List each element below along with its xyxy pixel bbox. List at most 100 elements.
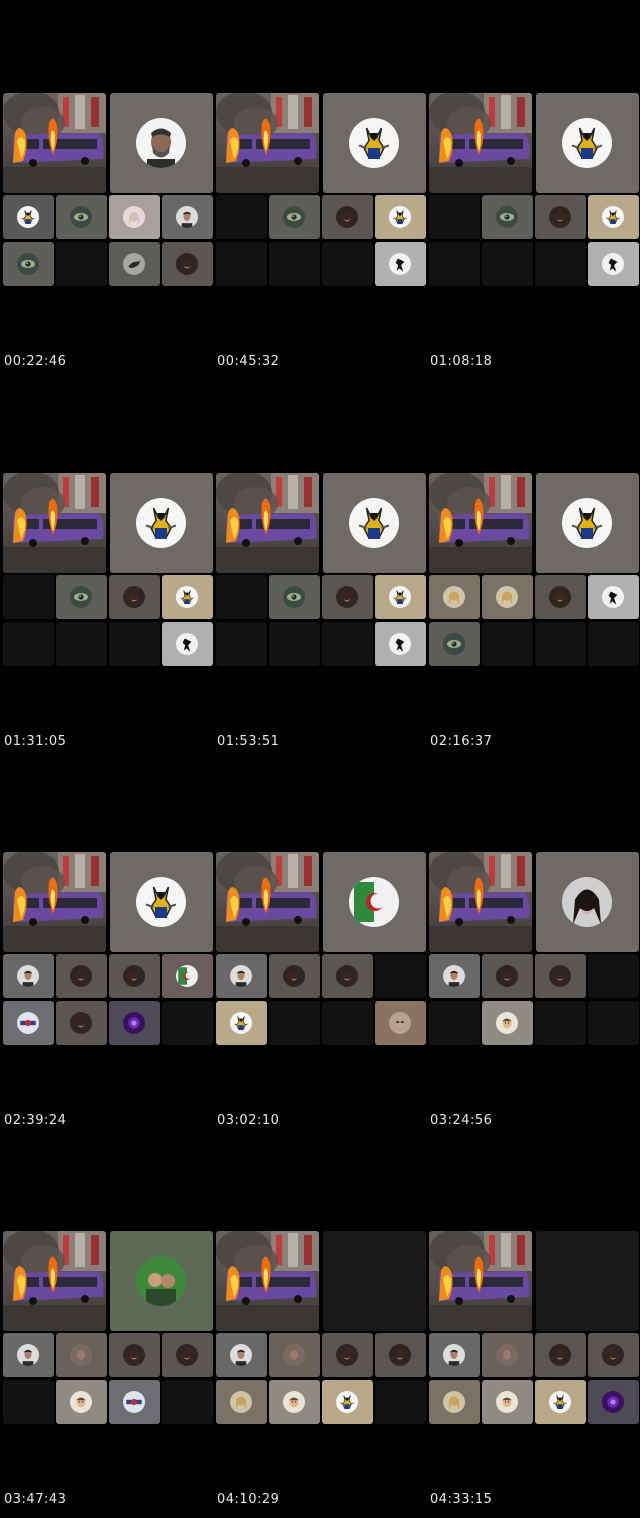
video-tile-bus-fire [3, 852, 106, 952]
participant-avatar [17, 206, 39, 228]
timestamp-label: 03:47:43 [4, 1492, 67, 1507]
thumbnail[interactable] [216, 473, 426, 669]
participant-tile [429, 1333, 480, 1377]
participant-avatar [336, 1391, 358, 1413]
speaker-tile [323, 1231, 426, 1331]
participant-tile [216, 1001, 267, 1045]
participant-avatar [176, 586, 198, 608]
participant-tile [56, 1001, 107, 1045]
participant-tile [269, 1001, 320, 1045]
participant-tile [269, 1333, 320, 1377]
participant-tile [429, 1001, 480, 1045]
participant-avatar [283, 586, 305, 608]
thumbnail[interactable] [429, 1231, 639, 1427]
participant-avatar [230, 1391, 252, 1413]
participant-avatar [70, 586, 92, 608]
participant-tile [429, 1380, 480, 1424]
participant-tile [322, 1380, 373, 1424]
participant-tile [162, 242, 213, 286]
timestamp-label: 04:33:15 [430, 1492, 493, 1507]
participant-tile [109, 575, 160, 619]
thumbnail[interactable] [3, 852, 213, 1048]
participant-avatar [549, 1391, 571, 1413]
participant-avatar [496, 1391, 518, 1413]
participant-tile [375, 1001, 426, 1045]
participant-avatar [230, 1344, 252, 1366]
participant-tile [429, 195, 480, 239]
timestamp-label: 01:08:18 [430, 354, 493, 369]
participant-tile [109, 1333, 160, 1377]
participant-tile [535, 954, 586, 998]
participant-avatar [70, 1012, 92, 1034]
thumbnail[interactable] [3, 473, 213, 669]
participant-avatar [443, 633, 465, 655]
participant-tile [56, 195, 107, 239]
participant-tile [375, 195, 426, 239]
participant-tile [482, 1333, 533, 1377]
participant-avatar [602, 1391, 624, 1413]
participant-avatar [283, 1344, 305, 1366]
participant-tile [588, 954, 639, 998]
participant-tile [482, 1380, 533, 1424]
participant-avatar [283, 206, 305, 228]
timestamp-label: 00:45:32 [217, 354, 280, 369]
participant-avatar [123, 586, 145, 608]
participant-tile [429, 622, 480, 666]
participant-tile [56, 1333, 107, 1377]
speaker-avatar [136, 877, 186, 927]
participant-tile [109, 622, 160, 666]
thumbnail[interactable] [3, 1231, 213, 1427]
thumbnail[interactable] [216, 1231, 426, 1427]
participant-tile [269, 954, 320, 998]
participant-avatar [176, 206, 198, 228]
timestamp-label: 02:16:37 [430, 734, 493, 749]
participant-avatar [336, 1344, 358, 1366]
participant-avatar [283, 965, 305, 987]
participant-tile [216, 575, 267, 619]
thumbnail[interactable] [429, 93, 639, 289]
speaker-avatar [136, 1256, 186, 1306]
thumbnail[interactable] [429, 473, 639, 669]
speaker-tile [323, 473, 426, 573]
thumbnail[interactable] [216, 852, 426, 1048]
thumbnail[interactable] [216, 93, 426, 289]
participant-avatar [230, 1012, 252, 1034]
participant-tile [3, 195, 54, 239]
timestamp-label: 02:39:24 [4, 1113, 67, 1128]
participant-avatar [17, 1344, 39, 1366]
participant-tile [109, 242, 160, 286]
video-tile-bus-fire [216, 473, 319, 573]
video-tile-bus-fire [429, 473, 532, 573]
participant-avatar [549, 965, 571, 987]
participant-tile [482, 575, 533, 619]
participant-avatar [602, 1344, 624, 1366]
participant-avatar [549, 586, 571, 608]
participant-avatar [496, 206, 518, 228]
participant-tile [216, 1333, 267, 1377]
thumbnail[interactable] [3, 93, 213, 289]
participant-tile [216, 954, 267, 998]
participant-tile [322, 195, 373, 239]
timestamp-label: 01:31:05 [4, 734, 67, 749]
participant-avatar [389, 1344, 411, 1366]
video-tile-bus-fire [429, 1231, 532, 1331]
thumbnail[interactable] [429, 852, 639, 1048]
participant-tile [482, 954, 533, 998]
participant-avatar [70, 1344, 92, 1366]
participant-tile [269, 575, 320, 619]
timestamp-label: 03:24:56 [430, 1113, 493, 1128]
participant-tile [3, 1001, 54, 1045]
participant-tile [162, 622, 213, 666]
video-tile-bus-fire [216, 93, 319, 193]
participant-tile [535, 1001, 586, 1045]
timestamp-label: 04:10:29 [217, 1492, 280, 1507]
speaker-tile [110, 473, 213, 573]
participant-avatar [176, 253, 198, 275]
participant-tile [269, 195, 320, 239]
speaker-tile [536, 473, 639, 573]
participant-avatar [443, 1344, 465, 1366]
participant-avatar [123, 965, 145, 987]
participant-avatar [389, 1012, 411, 1034]
speaker-tile [536, 852, 639, 952]
participant-tile [482, 622, 533, 666]
